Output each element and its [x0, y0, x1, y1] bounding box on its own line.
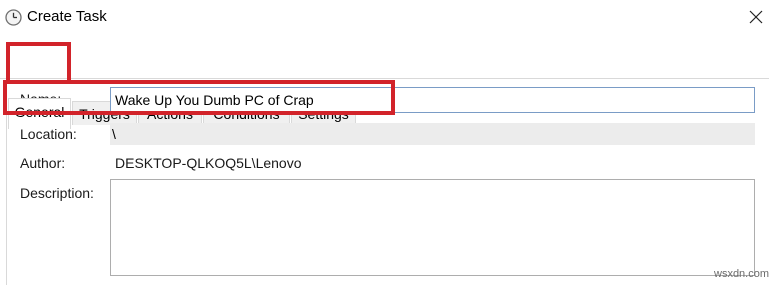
watermark: wsxdn.com	[714, 268, 769, 280]
description-field[interactable]	[110, 179, 755, 276]
clock-icon	[5, 9, 22, 26]
author-label: Author:	[20, 155, 66, 171]
tab-general[interactable]: General	[8, 98, 71, 129]
close-icon[interactable]	[744, 5, 768, 29]
panel-left-border	[6, 78, 7, 285]
tab-panel-border	[0, 78, 769, 79]
title-bar: Create Task	[0, 0, 769, 36]
author-value: DESKTOP-QLKOQ5L\Lenovo	[115, 155, 302, 171]
window-title: Create Task	[27, 8, 107, 25]
description-label: Description:	[20, 185, 94, 201]
tab-strip: General Triggers Actions Conditions Sett…	[0, 49, 769, 129]
name-field[interactable]	[110, 87, 755, 113]
location-value: \	[110, 123, 755, 145]
